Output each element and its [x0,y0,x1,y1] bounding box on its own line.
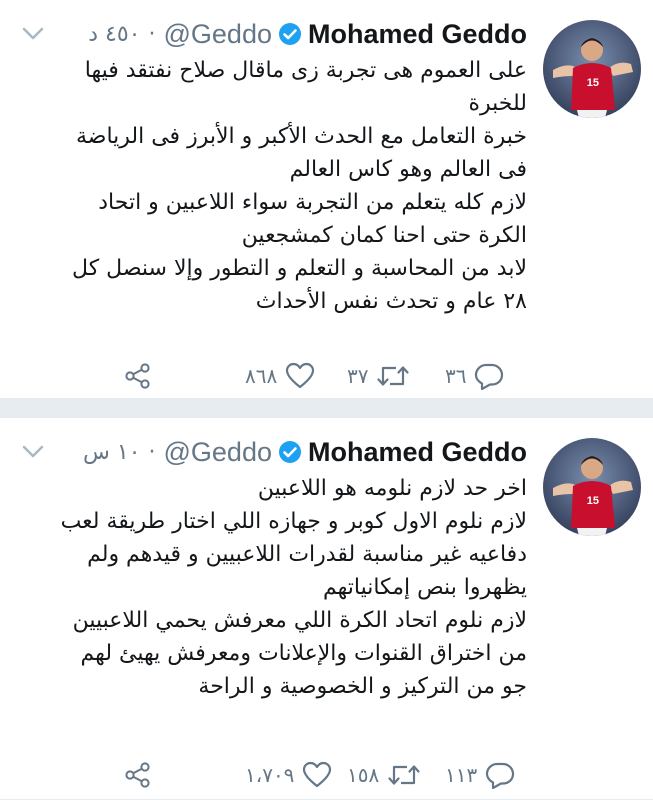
chevron-down-icon[interactable] [22,444,44,458]
tweet-text: على العموم هى تجربة زى ماقال صلاح نفتقد … [27,54,527,318]
avatar-image: 15 [543,20,641,118]
tweet-text-line: جو من التركيز و الخصوصية و الراحة [198,674,527,699]
tweet-text-line: اخر حد لازم نلومه هو اللاعبين [257,476,527,501]
like-button[interactable]: ١،٧٠٩ [241,755,332,795]
tweet-text-line: فى العالم وهو كاس العالم [289,157,527,182]
reply-icon [486,762,515,789]
tweet[interactable]: 15 Mohamed Geddo @Geddo · ١٠ س اخر حد لا… [0,418,653,800]
tweet-header: Mohamed Geddo @Geddo · ٤٥٠ د [88,16,527,52]
retweet-button[interactable]: ١٥٨ [343,755,421,795]
tweet-text: اخر حد لازم نلومه هو اللاعبين لازم نلوم … [27,472,527,703]
retweet-button[interactable]: ٣٧ [343,356,410,396]
retweet-icon [377,366,410,386]
retweet-count: ١٥٨ [347,763,380,787]
tweet-actions: ١،٧٠٩ ١٥٨ ١١٣ [123,755,523,795]
share-button[interactable] [123,755,153,795]
reply-count: ١١٣ [445,763,478,787]
share-icon [125,762,150,788]
tweet-text-line: دفاعيه غير مناسبة لقدرات اللاعبيين و قيد… [87,542,527,567]
tweet-divider [0,398,653,418]
user-handle[interactable]: @Geddo [164,437,272,468]
avatar[interactable]: 15 [543,438,641,536]
timestamp[interactable]: ٤٥٠ د [88,22,140,47]
avatar-image: 15 [543,438,641,536]
tweet-text-line: ٢٨ عام و تحدث نفس الأحداث [255,289,527,314]
tweet-text-line: الكرة حتى احنا كمان كمشجعين [241,223,527,248]
tweet-text-line: لازم نلوم الاول كوبر و جهازه اللي اختار … [60,509,527,534]
retweet-icon [388,765,420,785]
display-name[interactable]: Mohamed Geddo [308,19,527,50]
like-count: ١،٧٠٩ [245,763,295,787]
share-button[interactable] [123,356,153,396]
tweet-text-line: لابد من المحاسبة و التعلم و التطور وإلا … [72,256,527,281]
timestamp[interactable]: ١٠ س [83,440,141,465]
separator-dot: · [148,21,156,47]
tweet-text-line: يظهروا بنص إمكانياتهم [322,575,527,600]
verified-badge-icon [278,440,302,464]
tweet-text-line: للخبرة [468,91,528,116]
tweet-header: Mohamed Geddo @Geddo · ١٠ س [83,434,527,470]
reply-icon [475,363,504,390]
svg-text:15: 15 [587,495,599,507]
reply-button[interactable]: ١١٣ [441,755,515,795]
tweet-text-line: خبرة التعامل مع الحدث الأكبر و الأبرز فى… [75,124,527,149]
tweet-text-line: لازم نلوم اتحاد الكرة اللي معرفش يحمي ال… [72,608,527,633]
user-handle[interactable]: @Geddo [164,19,272,50]
tweet[interactable]: 15 Mohamed Geddo @Geddo · ٤٥٠ د على العم… [0,0,653,398]
heart-icon [303,761,332,788]
heart-icon [286,362,315,389]
avatar[interactable]: 15 [543,20,641,118]
tweet-actions: ٨٦٨ ٣٧ ٣٦ [123,356,523,396]
tweet-text-line: لازم كله يتعلم من التجربة سواء اللاعبين … [98,190,527,215]
retweet-count: ٣٧ [347,364,369,388]
tweet-text-line: من اختراق القنوات والإعلانات ومعرفش يهيئ… [80,641,527,666]
verified-badge-icon [278,22,302,46]
share-icon [125,363,150,389]
display-name[interactable]: Mohamed Geddo [308,437,527,468]
reply-button[interactable]: ٣٦ [441,356,504,396]
separator-dot: · [148,439,156,465]
like-count: ٨٦٨ [245,364,278,388]
reply-count: ٣٦ [445,364,467,388]
chevron-down-icon[interactable] [22,26,44,40]
tweet-text-line: على العموم هى تجربة زى ماقال صلاح نفتقد … [84,58,527,83]
like-button[interactable]: ٨٦٨ [241,356,315,396]
svg-text:15: 15 [587,77,599,89]
